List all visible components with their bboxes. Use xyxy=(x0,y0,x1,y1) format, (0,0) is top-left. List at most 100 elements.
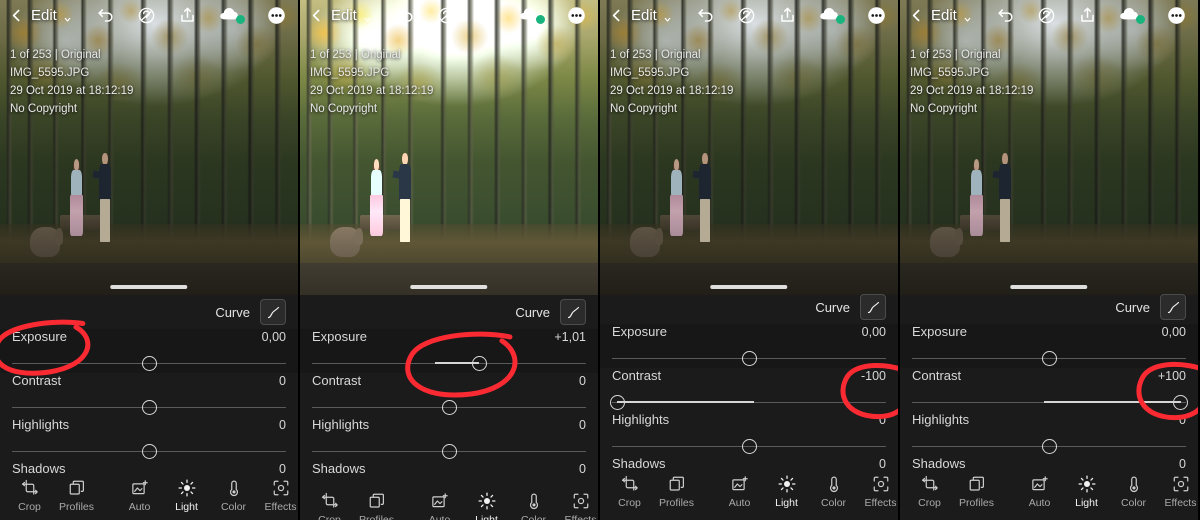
slider-track-area[interactable] xyxy=(312,442,586,461)
slider-exposure[interactable]: Exposure 0,00 xyxy=(900,324,1198,368)
slider-contrast[interactable]: Contrast 0 xyxy=(300,373,598,417)
more-options-icon[interactable] xyxy=(567,6,586,25)
share-icon[interactable] xyxy=(178,6,197,25)
nav-item-profiles[interactable]: Profiles xyxy=(953,470,1000,516)
slider-handle[interactable] xyxy=(741,439,757,454)
reset-original-icon[interactable] xyxy=(1037,6,1056,25)
slider-track-area[interactable] xyxy=(912,393,1189,412)
nav-item-color[interactable]: Color xyxy=(1110,470,1157,516)
cloud-sync-status[interactable] xyxy=(219,6,245,25)
reset-original-icon[interactable] xyxy=(137,6,156,25)
slider-track-area[interactable] xyxy=(612,437,886,456)
slider-handle[interactable] xyxy=(1041,439,1057,454)
share-icon[interactable] xyxy=(478,6,497,25)
curve-button[interactable] xyxy=(560,299,586,325)
more-options-icon[interactable] xyxy=(867,6,886,25)
photo-preview[interactable] xyxy=(900,0,1198,295)
slider-handle[interactable] xyxy=(141,400,157,415)
slider-contrast[interactable]: Contrast 0 xyxy=(0,373,298,417)
slider-highlights[interactable]: Highlights 0 xyxy=(600,412,898,456)
nav-item-crop[interactable]: Crop xyxy=(606,470,653,516)
slider-track-area[interactable] xyxy=(12,354,286,373)
cloud-sync-status[interactable] xyxy=(1119,6,1145,25)
slider-contrast[interactable]: Contrast +100 xyxy=(900,368,1198,412)
nav-item-light[interactable]: Light xyxy=(463,487,510,520)
slider-exposure[interactable]: Exposure 0,00 xyxy=(600,324,898,368)
nav-item-auto[interactable]: Auto xyxy=(416,487,463,520)
slider-handle[interactable] xyxy=(741,351,757,366)
nav-item-light[interactable]: Light xyxy=(1063,470,1110,516)
photo-preview[interactable] xyxy=(0,0,298,295)
nav-item-light[interactable]: Light xyxy=(163,474,210,520)
undo-icon[interactable] xyxy=(396,6,415,25)
nav-item-effects[interactable]: Effects xyxy=(1157,470,1198,516)
share-icon[interactable] xyxy=(778,6,797,25)
nav-item-color[interactable]: Color xyxy=(210,474,257,520)
slider-track-area[interactable] xyxy=(609,393,886,412)
nav-item-auto[interactable]: Auto xyxy=(116,474,163,520)
nav-item-profiles[interactable]: Profiles xyxy=(653,470,700,516)
slider-track-area[interactable] xyxy=(612,349,886,368)
slider-handle[interactable] xyxy=(1173,395,1189,410)
slider-contrast[interactable]: Contrast -100 xyxy=(600,368,898,412)
reset-original-icon[interactable] xyxy=(437,6,456,25)
chevron-down-icon[interactable] xyxy=(963,11,972,22)
more-options-icon[interactable] xyxy=(267,6,286,25)
nav-item-profiles[interactable]: Profiles xyxy=(353,487,400,520)
slider-handle[interactable] xyxy=(471,356,487,371)
photo-preview[interactable] xyxy=(300,0,598,295)
nav-item-crop[interactable]: Crop xyxy=(906,470,953,516)
photo-preview[interactable] xyxy=(600,0,898,295)
nav-item-effects[interactable]: Effects xyxy=(857,470,898,516)
slider-handle[interactable] xyxy=(141,444,157,459)
back-chevron-icon[interactable] xyxy=(608,7,625,24)
slider-shadows[interactable]: Shadows 0 xyxy=(300,461,598,486)
chevron-down-icon[interactable] xyxy=(363,11,372,22)
back-chevron-icon[interactable] xyxy=(308,7,325,24)
slider-handle[interactable] xyxy=(1041,351,1057,366)
share-icon[interactable] xyxy=(1078,6,1097,25)
page-title[interactable]: Edit xyxy=(331,7,357,24)
slider-track-area[interactable] xyxy=(312,398,586,417)
curve-button[interactable] xyxy=(1160,294,1186,320)
chevron-down-icon[interactable] xyxy=(63,11,72,22)
undo-icon[interactable] xyxy=(996,6,1015,25)
cloud-sync-status[interactable] xyxy=(519,6,545,25)
page-title[interactable]: Edit xyxy=(631,7,657,24)
slider-handle[interactable] xyxy=(609,395,625,410)
nav-item-effects[interactable]: Effects xyxy=(557,487,598,520)
back-chevron-icon[interactable] xyxy=(8,7,25,24)
undo-icon[interactable] xyxy=(96,6,115,25)
slider-track-area[interactable] xyxy=(312,354,586,373)
page-title[interactable]: Edit xyxy=(931,7,957,24)
nav-item-color[interactable]: Color xyxy=(810,470,857,516)
slider-handle[interactable] xyxy=(441,400,457,415)
slider-highlights[interactable]: Highlights 0 xyxy=(300,417,598,461)
slider-track-area[interactable] xyxy=(912,437,1186,456)
undo-icon[interactable] xyxy=(696,6,715,25)
curve-button[interactable] xyxy=(860,294,886,320)
nav-item-light[interactable]: Light xyxy=(763,470,810,516)
page-title[interactable]: Edit xyxy=(31,7,57,24)
nav-item-auto[interactable]: Auto xyxy=(716,470,763,516)
slider-handle[interactable] xyxy=(141,356,157,371)
slider-exposure[interactable]: Exposure 0,00 xyxy=(0,329,298,373)
cloud-sync-status[interactable] xyxy=(819,6,845,25)
slider-track-area[interactable] xyxy=(12,442,286,461)
slider-track-area[interactable] xyxy=(912,349,1186,368)
slider-highlights[interactable]: Highlights 0 xyxy=(0,417,298,461)
curve-button[interactable] xyxy=(260,299,286,325)
nav-item-profiles[interactable]: Profiles xyxy=(53,474,100,520)
nav-item-crop[interactable]: Crop xyxy=(306,487,353,520)
slider-highlights[interactable]: Highlights 0 xyxy=(900,412,1198,456)
nav-item-crop[interactable]: Crop xyxy=(6,474,53,520)
slider-track-area[interactable] xyxy=(12,398,286,417)
reset-original-icon[interactable] xyxy=(737,6,756,25)
chevron-down-icon[interactable] xyxy=(663,11,672,22)
nav-item-auto[interactable]: Auto xyxy=(1016,470,1063,516)
slider-handle[interactable] xyxy=(441,444,457,459)
back-chevron-icon[interactable] xyxy=(908,7,925,24)
more-options-icon[interactable] xyxy=(1167,6,1186,25)
nav-item-effects[interactable]: Effects xyxy=(257,474,298,520)
nav-item-color[interactable]: Color xyxy=(510,487,557,520)
